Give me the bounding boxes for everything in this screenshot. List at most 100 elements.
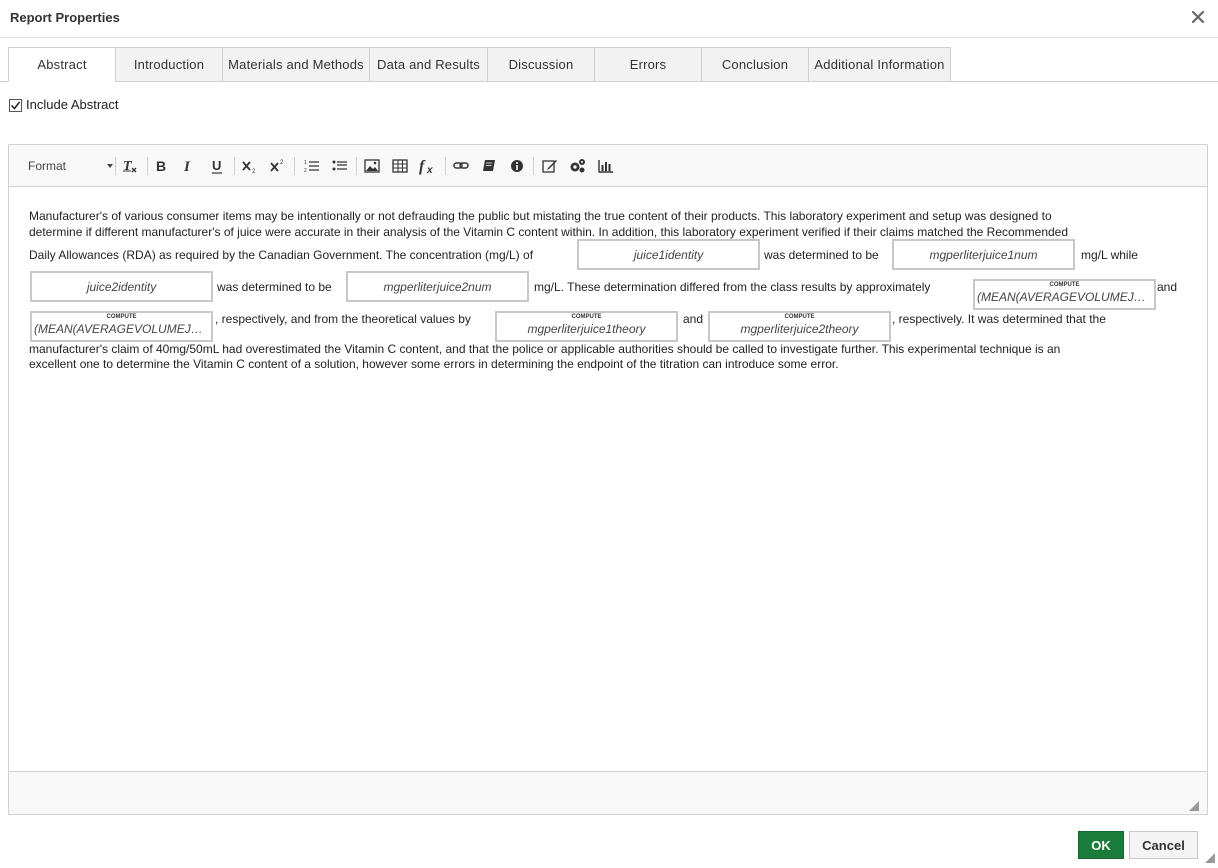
include-abstract-row: Include Abstract: [9, 97, 119, 112]
compute-label: COMPUTE: [784, 314, 815, 320]
image-icon[interactable]: [360, 155, 384, 177]
toolbar-separator: [234, 157, 235, 175]
editor-statusbar: [9, 771, 1207, 814]
include-abstract-label: Include Abstract: [26, 97, 119, 112]
tab-errors[interactable]: Errors: [594, 47, 702, 82]
svg-text:U: U: [212, 158, 221, 173]
formula-icon[interactable]: fx: [416, 155, 440, 177]
table-icon[interactable]: [388, 155, 412, 177]
close-icon[interactable]: [1190, 9, 1206, 25]
paragraph-text: , respectively, and from the theoretical…: [215, 312, 471, 326]
tab-additional-information[interactable]: Additional Information: [808, 47, 951, 82]
compute-field[interactable]: COMPUTE (MEAN(AVERAGEVOLUMEJU...: [973, 279, 1156, 310]
settings-icon[interactable]: [566, 155, 590, 177]
toolbar-separator: [294, 157, 295, 175]
svg-text:B: B: [156, 158, 166, 174]
info-icon[interactable]: [505, 155, 529, 177]
superscript-icon[interactable]: 2: [266, 155, 290, 177]
paragraph-text: was determined to be: [764, 248, 879, 262]
paragraph-text: and: [1157, 280, 1178, 294]
toolbar-separator: [147, 157, 148, 175]
juice2identity-field[interactable]: juice2identity: [30, 271, 213, 302]
bulleted-list-icon[interactable]: [328, 155, 352, 177]
compute-value: (MEAN(AVERAGEVOLUMEJU...: [34, 322, 209, 336]
paragraph-line: excellent one to determine the Vitamin C…: [29, 357, 839, 371]
cancel-label: Cancel: [1142, 837, 1185, 853]
tab-discussion[interactable]: Discussion: [487, 47, 595, 82]
cancel-button[interactable]: Cancel: [1129, 831, 1198, 859]
tab-data-and-results[interactable]: Data and Results: [369, 47, 488, 82]
svg-text:x: x: [426, 165, 433, 175]
tab-label: Additional Information: [814, 57, 945, 72]
subscript-icon[interactable]: 2: [238, 155, 262, 177]
compute-field[interactable]: COMPUTE (MEAN(AVERAGEVOLUMEJU...: [30, 311, 213, 342]
bold-icon[interactable]: B: [149, 155, 173, 177]
edit-icon[interactable]: [538, 155, 562, 177]
remove-format-icon[interactable]: T: [118, 155, 142, 177]
compute-field[interactable]: COMPUTE mgperliterjuice1theory: [495, 311, 678, 342]
underline-icon[interactable]: U: [205, 155, 229, 177]
compute-label: COMPUTE: [106, 314, 137, 320]
tab-materials-and-methods[interactable]: Materials and Methods: [222, 47, 370, 82]
dialog-titlebar: Report Properties: [0, 0, 1218, 38]
format-dropdown-label: Format: [28, 159, 67, 173]
book-icon[interactable]: [477, 155, 501, 177]
link-icon[interactable]: [449, 155, 473, 177]
ok-label: OK: [1091, 837, 1111, 853]
svg-text:2: 2: [280, 160, 284, 166]
tab-label: Materials and Methods: [228, 57, 364, 72]
paragraph-text: Daily Allowances (RDA) as required by th…: [29, 248, 534, 262]
field-value: mgperliterjuice1num: [929, 247, 1038, 262]
paragraph-text: mg/L. These determination differed from …: [534, 280, 931, 294]
tab-conclusion[interactable]: Conclusion: [701, 47, 809, 82]
compute-value: mgperliterjuice1theory: [527, 322, 646, 336]
rich-text-editor: Format T B I U 2 2 12 f x Manufacturer's…: [8, 144, 1208, 815]
field-value: juice2identity: [86, 279, 157, 294]
tab-introduction[interactable]: Introduction: [115, 47, 223, 82]
tab-abstract[interactable]: Abstract: [8, 47, 116, 82]
mgperliterjuice2num-field[interactable]: mgperliterjuice2num: [346, 271, 529, 302]
compute-value: mgperliterjuice2theory: [740, 322, 859, 336]
chart-icon[interactable]: [594, 155, 618, 177]
ok-button[interactable]: OK: [1078, 831, 1124, 859]
juice1identity-field[interactable]: juice1identity: [577, 239, 760, 270]
svg-text:T: T: [123, 159, 133, 174]
editor-toolbar: Format T B I U 2 2 12 f x: [9, 145, 1207, 187]
tab-label: Errors: [629, 57, 667, 72]
svg-text:1: 1: [304, 160, 307, 166]
tab-label: Conclusion: [721, 57, 789, 72]
paragraph-text: , respectively. It was determined that t…: [892, 312, 1106, 326]
tab-label: Data and Results: [377, 57, 480, 72]
svg-text:f: f: [419, 158, 426, 175]
tab-label: Introduction: [133, 57, 205, 72]
paragraph-line: manufacturer's claim of 40mg/50mL had ov…: [29, 342, 1061, 356]
compute-field[interactable]: COMPUTE mgperliterjuice2theory: [708, 311, 891, 342]
mgperliterjuice1num-field[interactable]: mgperliterjuice1num: [892, 239, 1075, 270]
tab-label: Discussion: [508, 57, 574, 72]
toolbar-separator: [533, 157, 534, 175]
format-dropdown[interactable]: Format: [19, 156, 113, 176]
toolbar-separator: [115, 157, 116, 175]
italic-icon[interactable]: I: [176, 155, 200, 177]
tab-label: Abstract: [37, 57, 87, 72]
field-value: mgperliterjuice2num: [383, 279, 492, 294]
field-value: juice1identity: [633, 247, 704, 262]
svg-text:2: 2: [252, 169, 256, 174]
toolbar-separator: [356, 157, 357, 175]
svg-text:2: 2: [304, 168, 307, 173]
compute-label: COMPUTE: [1049, 282, 1080, 288]
paragraph-text: and: [683, 312, 704, 326]
paragraph-text: was determined to be: [217, 280, 332, 294]
include-abstract-checkbox[interactable]: [9, 99, 22, 112]
paragraph-text: mg/L while: [1081, 248, 1138, 262]
numbered-list-icon[interactable]: 12: [300, 155, 324, 177]
svg-text:I: I: [183, 159, 191, 174]
toolbar-separator: [445, 157, 446, 175]
compute-label: COMPUTE: [571, 314, 602, 320]
tab-bar: Abstract Introduction Materials and Meth…: [8, 47, 951, 82]
dialog-resize-icon[interactable]: [1205, 850, 1215, 863]
chevron-down-icon: [107, 164, 113, 168]
compute-value: (MEAN(AVERAGEVOLUMEJU...: [977, 290, 1152, 304]
resize-grip-icon[interactable]: [1189, 798, 1199, 811]
paragraph-line: Manufacturer's of various consumer items…: [29, 209, 1052, 223]
